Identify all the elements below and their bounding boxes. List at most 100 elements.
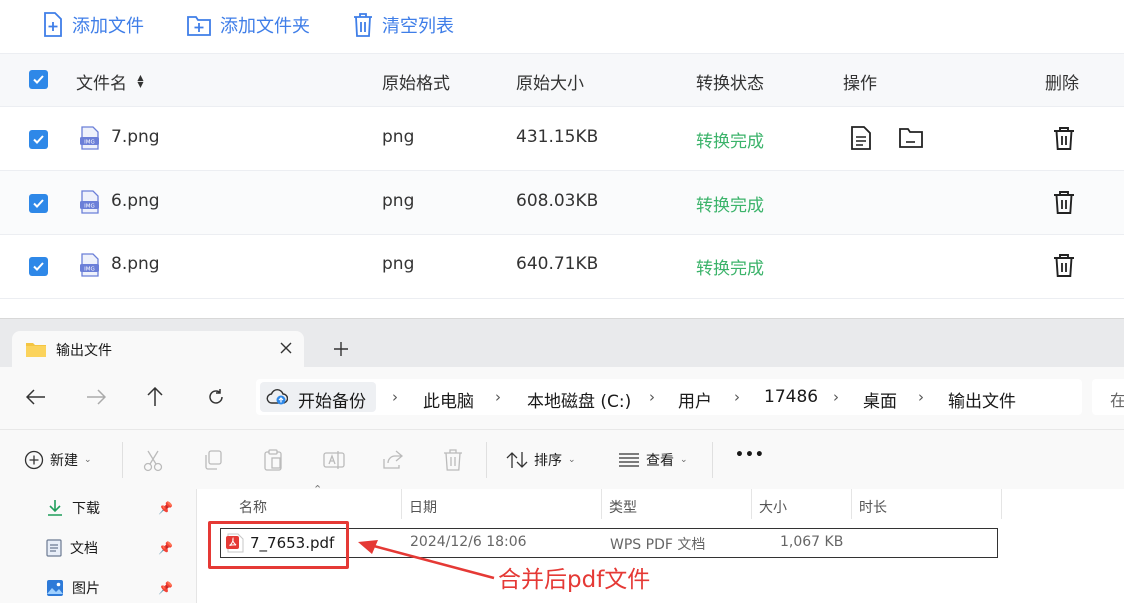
pin-icon[interactable]: 📌 — [158, 501, 173, 515]
cut-icon[interactable] — [143, 450, 163, 472]
view-button[interactable]: 查看 ⌄ — [618, 450, 688, 470]
row-checkbox[interactable] — [29, 257, 48, 276]
row-checkbox[interactable] — [29, 130, 48, 149]
backup-chip[interactable]: 开始备份 — [260, 382, 376, 412]
delete-icon[interactable] — [1052, 190, 1076, 215]
up-arrow-icon[interactable] — [147, 387, 163, 407]
add-file-button[interactable]: 添加文件 — [42, 10, 144, 40]
column-header-duration[interactable]: 时长 — [859, 497, 887, 517]
tab-title: 输出文件 — [56, 343, 112, 359]
header-filename[interactable]: 文件名 — [76, 69, 127, 94]
column-header-date[interactable]: 日期 — [409, 497, 437, 517]
table-row[interactable]: IMG 6.png png 608.03KB 转换完成 — [0, 171, 1124, 235]
download-icon — [48, 500, 62, 516]
navigation-bar: 开始备份 › 此电脑 › 本地磁盘 (C:) › 用户 › 17486 › 桌面… — [0, 367, 1124, 429]
plus-circle-icon — [24, 450, 44, 470]
delete-icon[interactable] — [1052, 253, 1076, 278]
file-name: 6.png — [111, 191, 160, 211]
file-format: png — [382, 191, 415, 211]
picture-icon — [47, 580, 63, 596]
breadcrumb-user[interactable]: 17486 — [764, 387, 818, 407]
clear-list-label: 清空列表 — [382, 16, 454, 37]
column-header-name[interactable]: 名称 — [239, 497, 267, 517]
tab-output-folder[interactable]: 输出文件 — [12, 331, 304, 367]
annotation-arrow — [358, 540, 495, 580]
more-options-icon[interactable]: ••• — [735, 447, 765, 463]
delete-icon[interactable] — [1052, 126, 1076, 151]
close-icon[interactable] — [280, 342, 292, 354]
list-view-icon — [619, 453, 639, 467]
new-label: 新建 — [50, 453, 78, 469]
sidebar-item-pictures[interactable]: 图片 — [46, 576, 100, 600]
divider — [122, 442, 123, 478]
rename-icon[interactable] — [323, 450, 345, 470]
header-delete: 删除 — [1045, 74, 1079, 94]
sort-button[interactable]: 排序 ⌄ — [506, 450, 576, 470]
table-row[interactable]: IMG 8.png png 640.71KB 转换完成 — [0, 235, 1124, 299]
sort-icon[interactable]: ▲▼ — [136, 73, 145, 87]
pin-icon[interactable]: 📌 — [158, 581, 173, 595]
column-header-type[interactable]: 类型 — [609, 497, 637, 517]
breadcrumb-local-disk[interactable]: 本地磁盘 (C:) — [527, 387, 631, 412]
folder-icon — [26, 343, 46, 357]
file-size: 640.71KB — [516, 254, 599, 274]
status-text: 转换完成 — [696, 259, 764, 279]
refresh-icon[interactable] — [207, 388, 225, 406]
forward-arrow-icon[interactable] — [86, 389, 106, 405]
pin-icon[interactable]: 📌 — [158, 541, 173, 555]
tab-bar: 输出文件 — [0, 319, 1124, 367]
chevron-down-icon: ⌄ — [680, 455, 688, 465]
address-bar[interactable]: 开始备份 › 此电脑 › 本地磁盘 (C:) › 用户 › 17486 › 桌面… — [256, 379, 1082, 415]
new-button[interactable]: 新建 ⌄ — [24, 450, 92, 470]
delete-icon[interactable] — [443, 449, 463, 471]
column-header-size[interactable]: 大小 — [759, 497, 787, 517]
add-folder-button[interactable]: 添加文件夹 — [186, 10, 310, 40]
status-text: 转换完成 — [696, 132, 764, 152]
divider — [486, 442, 487, 478]
select-all-checkbox[interactable] — [29, 70, 48, 89]
chevron-right-icon: › — [918, 388, 924, 406]
paste-icon[interactable] — [263, 449, 283, 471]
copy-icon[interactable] — [203, 450, 223, 470]
clear-list-button[interactable]: 清空列表 — [352, 10, 454, 40]
share-icon[interactable] — [383, 450, 403, 470]
header-action: 操作 — [843, 74, 877, 94]
new-tab-icon[interactable] — [334, 342, 348, 356]
svg-text:IMG: IMG — [84, 266, 95, 272]
sidebar-item-downloads[interactable]: 下载 — [46, 496, 100, 520]
open-folder-icon[interactable] — [898, 127, 924, 149]
check-icon — [33, 262, 44, 271]
cloud-backup-icon — [266, 389, 288, 405]
breadcrumb-backup: 开始备份 — [298, 392, 366, 412]
table-row[interactable]: IMG 7.png png 431.15KB 转换完成 — [0, 107, 1124, 171]
search-box[interactable]: 在 — [1092, 379, 1124, 415]
file-size: 1,067 KB — [780, 534, 844, 550]
file-name: 8.png — [111, 254, 160, 274]
open-file-icon[interactable] — [850, 126, 872, 150]
annotation-label: 合并后pdf文件 — [498, 567, 651, 593]
chevron-down-icon: ⌄ — [568, 455, 576, 465]
column-divider — [601, 489, 602, 519]
breadcrumb-desktop[interactable]: 桌面 — [863, 387, 897, 412]
sort-indicator-icon: ⌃ — [313, 483, 323, 496]
row-checkbox[interactable] — [29, 194, 48, 213]
file-format: png — [382, 254, 415, 274]
breadcrumb-users[interactable]: 用户 — [678, 387, 712, 412]
back-arrow-icon[interactable] — [26, 389, 46, 405]
highlight-box — [208, 521, 349, 569]
add-file-icon — [44, 12, 62, 37]
sidebar-item-documents[interactable]: 文档 — [46, 536, 98, 560]
image-file-icon: IMG — [80, 253, 99, 277]
breadcrumb-this-pc[interactable]: 此电脑 — [423, 387, 474, 412]
sort-icon — [506, 452, 528, 468]
column-divider — [851, 489, 852, 519]
column-divider — [401, 489, 402, 519]
status-text: 转换完成 — [696, 196, 764, 216]
check-icon — [33, 75, 44, 84]
breadcrumb-output[interactable]: 输出文件 — [948, 387, 1016, 412]
table-header: 文件名 ▲▼ 原始格式 原始大小 转换状态 操作 删除 — [0, 53, 1124, 107]
navigation-pane: 下载 📌 文档 📌 图片 📌 — [0, 489, 197, 603]
search-placeholder: 在 — [1110, 391, 1124, 410]
divider — [712, 442, 713, 478]
svg-text:IMG: IMG — [84, 203, 95, 209]
